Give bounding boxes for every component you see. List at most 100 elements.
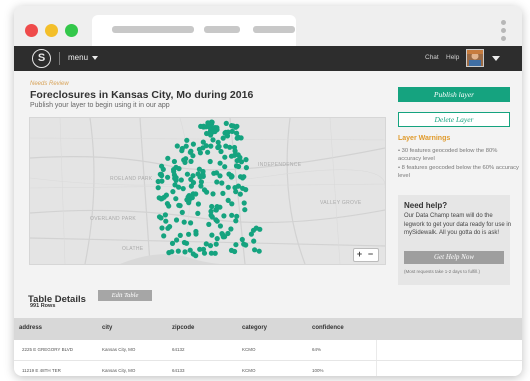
- foreclosure-point[interactable]: [188, 220, 194, 226]
- foreclosure-point[interactable]: [205, 120, 211, 126]
- foreclosure-point[interactable]: [171, 158, 177, 165]
- foreclosure-point[interactable]: [235, 183, 241, 189]
- foreclosure-point[interactable]: [166, 203, 172, 209]
- foreclosure-point[interactable]: [190, 180, 197, 186]
- foreclosure-point[interactable]: [214, 125, 220, 131]
- foreclosure-point[interactable]: [231, 144, 238, 151]
- foreclosure-point[interactable]: [159, 178, 165, 184]
- foreclosure-point[interactable]: [155, 185, 161, 191]
- foreclosure-point[interactable]: [214, 179, 220, 185]
- foreclosure-point[interactable]: [161, 233, 167, 239]
- foreclosure-point[interactable]: [221, 213, 227, 219]
- minimize-window-button[interactable]: [45, 24, 58, 37]
- foreclosure-point[interactable]: [235, 135, 242, 141]
- foreclosure-point[interactable]: [165, 174, 171, 180]
- foreclosure-point[interactable]: [178, 177, 184, 183]
- user-menu-chevron-icon[interactable]: [492, 56, 500, 61]
- foreclosure-point[interactable]: [203, 143, 209, 149]
- edit-table-button[interactable]: Edit Table: [98, 290, 152, 301]
- foreclosure-point[interactable]: [243, 242, 249, 248]
- foreclosure-point[interactable]: [208, 208, 214, 214]
- foreclosure-point[interactable]: [239, 236, 245, 243]
- foreclosure-point[interactable]: [203, 241, 209, 247]
- foreclosure-point[interactable]: [156, 195, 162, 201]
- foreclosure-point[interactable]: [186, 197, 192, 203]
- foreclosure-point[interactable]: [197, 246, 203, 252]
- foreclosure-point[interactable]: [159, 163, 165, 169]
- foreclosure-point[interactable]: [228, 174, 234, 180]
- foreclosure-point[interactable]: [206, 221, 212, 227]
- close-window-button[interactable]: [25, 24, 38, 37]
- foreclosure-point[interactable]: [198, 179, 204, 185]
- foreclosure-point[interactable]: [200, 172, 206, 178]
- foreclosure-point[interactable]: [222, 154, 228, 160]
- foreclosure-point[interactable]: [195, 201, 201, 207]
- menu-button[interactable]: menu: [68, 53, 99, 62]
- foreclosure-point[interactable]: [175, 248, 181, 254]
- foreclosure-point[interactable]: [251, 238, 257, 244]
- foreclosure-point[interactable]: [190, 141, 196, 147]
- foreclosure-point[interactable]: [167, 224, 173, 230]
- column-header-confidence[interactable]: confidence: [312, 325, 344, 331]
- foreclosure-point[interactable]: [241, 174, 247, 180]
- foreclosure-point[interactable]: [184, 171, 190, 177]
- foreclosure-point[interactable]: [173, 175, 179, 181]
- logo-icon[interactable]: S: [32, 49, 51, 68]
- foreclosure-point[interactable]: [234, 123, 240, 129]
- foreclosure-point[interactable]: [196, 166, 202, 172]
- foreclosure-point[interactable]: [215, 144, 221, 151]
- foreclosure-point[interactable]: [207, 158, 213, 165]
- foreclosure-point[interactable]: [223, 143, 229, 149]
- foreclosure-point[interactable]: [173, 196, 179, 202]
- foreclosure-point[interactable]: [173, 217, 180, 223]
- foreclosure-point[interactable]: [209, 203, 215, 210]
- browser-menu-icon[interactable]: [501, 20, 507, 44]
- foreclosure-point[interactable]: [217, 160, 223, 166]
- foreclosure-point[interactable]: [177, 232, 183, 238]
- maximize-window-button[interactable]: [65, 24, 78, 37]
- column-header-address[interactable]: address: [19, 325, 42, 331]
- foreclosure-point[interactable]: [201, 123, 207, 129]
- foreclosure-point[interactable]: [165, 155, 171, 161]
- foreclosure-point[interactable]: [253, 225, 259, 231]
- help-link[interactable]: Help: [446, 54, 459, 61]
- foreclosure-point[interactable]: [162, 212, 168, 218]
- foreclosure-point[interactable]: [229, 212, 235, 218]
- foreclosure-point[interactable]: [219, 180, 225, 186]
- column-header-zipcode[interactable]: zipcode: [172, 325, 194, 331]
- foreclosure-point[interactable]: [177, 203, 183, 209]
- foreclosure-point[interactable]: [204, 189, 210, 195]
- foreclosure-point[interactable]: [223, 120, 229, 126]
- foreclosure-point[interactable]: [256, 248, 262, 254]
- foreclosure-point[interactable]: [205, 149, 211, 155]
- foreclosure-point[interactable]: [233, 163, 240, 169]
- foreclosure-point[interactable]: [238, 159, 245, 165]
- foreclosure-point[interactable]: [158, 215, 164, 221]
- foreclosure-point[interactable]: [169, 240, 176, 246]
- foreclosure-point[interactable]: [219, 231, 225, 237]
- foreclosure-point[interactable]: [228, 226, 234, 232]
- column-header-category[interactable]: category: [242, 325, 267, 331]
- foreclosure-point[interactable]: [241, 200, 247, 206]
- foreclosure-point[interactable]: [213, 207, 219, 213]
- foreclosure-point[interactable]: [233, 242, 239, 248]
- foreclosure-point[interactable]: [190, 251, 196, 257]
- foreclosure-point[interactable]: [214, 170, 220, 176]
- foreclosure-point[interactable]: [233, 218, 239, 224]
- foreclosure-point[interactable]: [201, 250, 208, 256]
- foreclosure-point[interactable]: [173, 164, 179, 170]
- foreclosure-points-layer[interactable]: [30, 118, 385, 264]
- foreclosure-point[interactable]: [208, 143, 214, 149]
- foreclosure-point[interactable]: [222, 164, 228, 170]
- foreclosure-point[interactable]: [242, 207, 248, 213]
- chat-link[interactable]: Chat: [425, 54, 439, 61]
- foreclosure-point[interactable]: [188, 158, 194, 164]
- foreclosure-point[interactable]: [234, 130, 240, 136]
- foreclosure-point[interactable]: [195, 210, 201, 216]
- foreclosure-point[interactable]: [252, 247, 258, 253]
- foreclosure-point[interactable]: [243, 165, 249, 171]
- foreclosure-point[interactable]: [170, 189, 176, 195]
- avatar[interactable]: [466, 49, 484, 67]
- foreclosure-point[interactable]: [181, 157, 187, 163]
- foreclosure-point[interactable]: [209, 232, 215, 238]
